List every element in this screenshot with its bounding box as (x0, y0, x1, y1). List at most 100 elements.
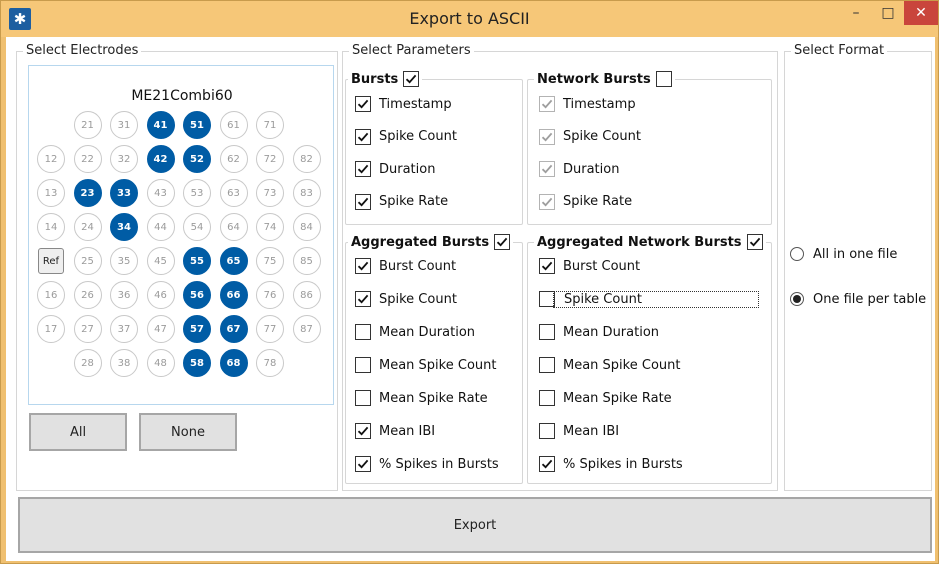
electrode-24[interactable]: 24 (73, 213, 102, 241)
electrode-63[interactable]: 63 (219, 179, 248, 207)
checkbox-box[interactable] (355, 390, 371, 406)
electrode-26[interactable]: 26 (73, 281, 102, 309)
electrode-74[interactable]: 74 (256, 213, 284, 241)
electrode-34[interactable]: 34 (110, 213, 138, 241)
electrode-71[interactable]: 71 (256, 111, 284, 139)
network-bursts-header-checkbox[interactable]: Network Bursts (534, 69, 675, 89)
checkbox-box[interactable] (355, 456, 371, 472)
format-option[interactable]: One file per table (790, 289, 926, 309)
electrode-78[interactable]: 78 (256, 349, 284, 377)
electrode-61[interactable]: 61 (219, 111, 248, 139)
electrode-84[interactable]: 84 (292, 213, 321, 241)
aggregated-bursts-header-checkbox[interactable]: Aggregated Bursts (348, 232, 514, 252)
electrode-55[interactable]: 55 (183, 247, 211, 275)
aggregated-network-bursts-header-checkbox[interactable]: Aggregated Network Bursts (534, 232, 766, 252)
checkbox-box[interactable] (539, 423, 555, 439)
electrode-85[interactable]: 85 (292, 247, 321, 275)
aggregated-network-bursts-item[interactable]: Burst Count (539, 256, 640, 276)
checkbox-box[interactable] (539, 96, 555, 112)
electrode-42[interactable]: 42 (146, 145, 175, 173)
checkbox-box[interactable] (494, 234, 511, 250)
aggregated-bursts-item[interactable]: Mean Spike Rate (355, 388, 488, 408)
ref-electrode[interactable]: Ref (38, 248, 64, 274)
bursts-item[interactable]: Spike Count (355, 127, 457, 147)
checkbox-box[interactable] (539, 258, 555, 274)
electrode-36[interactable]: 36 (110, 281, 138, 309)
electrode-45[interactable]: 45 (146, 247, 175, 275)
aggregated-bursts-item[interactable]: Mean Duration (355, 322, 475, 342)
electrode-22[interactable]: 22 (73, 145, 102, 173)
electrode-52[interactable]: 52 (183, 145, 211, 173)
checkbox-box[interactable] (355, 128, 371, 145)
checkbox-box[interactable] (746, 234, 763, 250)
electrode-17[interactable]: 17 (37, 315, 65, 343)
checkbox-box[interactable] (355, 357, 371, 373)
electrode-47[interactable]: 47 (146, 315, 175, 343)
electrode-76[interactable]: 76 (256, 281, 284, 309)
network-bursts-item[interactable]: Spike Rate (539, 192, 632, 212)
electrode-12[interactable]: 12 (37, 145, 65, 173)
checkbox-box[interactable] (539, 128, 555, 145)
electrode-43[interactable]: 43 (146, 179, 175, 207)
electrode-62[interactable]: 62 (219, 145, 248, 173)
electrode-23[interactable]: 23 (73, 179, 102, 207)
electrode-25[interactable]: 25 (73, 247, 102, 275)
aggregated-bursts-item[interactable]: Mean Spike Count (355, 355, 496, 375)
electrode-57[interactable]: 57 (183, 315, 211, 343)
checkbox-box[interactable] (355, 96, 371, 112)
electrode-27[interactable]: 27 (73, 315, 102, 343)
electrode-86[interactable]: 86 (292, 281, 321, 309)
electrode-82[interactable]: 82 (292, 145, 321, 173)
aggregated-bursts-item[interactable]: Mean IBI (355, 421, 435, 441)
electrode-31[interactable]: 31 (110, 111, 138, 139)
electrode-35[interactable]: 35 (110, 247, 138, 275)
electrode-87[interactable]: 87 (292, 315, 321, 343)
checkbox-box[interactable] (355, 161, 371, 177)
checkbox-box[interactable] (539, 357, 555, 373)
aggregated-bursts-item[interactable]: % Spikes in Bursts (355, 454, 499, 474)
electrode-14[interactable]: 14 (37, 213, 65, 241)
close-button[interactable]: ✕ (904, 1, 938, 25)
electrode-68[interactable]: 68 (219, 349, 248, 377)
electrode-77[interactable]: 77 (256, 315, 284, 343)
bursts-item[interactable]: Duration (355, 159, 435, 179)
electrode-58[interactable]: 58 (183, 349, 211, 377)
checkbox-box[interactable] (355, 423, 371, 439)
electrode-83[interactable]: 83 (292, 179, 321, 207)
electrode-73[interactable]: 73 (256, 179, 284, 207)
network-bursts-item[interactable]: Duration (539, 159, 619, 179)
aggregated-bursts-item[interactable]: Burst Count (355, 256, 456, 276)
none-button[interactable]: None (139, 413, 237, 451)
title-bar[interactable]: ✱ Export to ASCII – □ ✕ (1, 1, 938, 37)
electrode-64[interactable]: 64 (219, 213, 248, 241)
bursts-item[interactable]: Spike Rate (355, 192, 448, 212)
electrode-37[interactable]: 37 (110, 315, 138, 343)
checkbox-box[interactable] (539, 324, 555, 340)
network-bursts-item[interactable]: Spike Count (539, 127, 641, 147)
checkbox-box[interactable] (403, 71, 420, 87)
all-button[interactable]: All (29, 413, 127, 451)
bursts-header-checkbox[interactable]: Bursts (348, 69, 423, 89)
minimize-button[interactable]: – (841, 1, 871, 25)
electrode-28[interactable]: 28 (73, 349, 102, 377)
maximize-button[interactable]: □ (873, 1, 903, 25)
electrode-48[interactable]: 48 (146, 349, 175, 377)
aggregated-bursts-item[interactable]: Spike Count (355, 289, 457, 309)
checkbox-box[interactable] (655, 71, 672, 87)
checkbox-box[interactable] (355, 291, 371, 307)
radio-button[interactable] (790, 247, 804, 261)
electrode-51[interactable]: 51 (183, 111, 211, 139)
electrode-38[interactable]: 38 (110, 349, 138, 377)
format-option[interactable]: All in one file (790, 244, 897, 264)
electrode-13[interactable]: 13 (37, 179, 65, 207)
electrode-44[interactable]: 44 (146, 213, 175, 241)
aggregated-network-bursts-item[interactable]: Mean Spike Rate (539, 388, 672, 408)
aggregated-network-bursts-item[interactable]: Spike Count (539, 289, 759, 309)
electrode-21[interactable]: 21 (73, 111, 102, 139)
electrode-32[interactable]: 32 (110, 145, 138, 173)
electrode-67[interactable]: 67 (219, 315, 248, 343)
electrode-33[interactable]: 33 (110, 179, 138, 207)
electrode-66[interactable]: 66 (219, 281, 248, 309)
aggregated-network-bursts-item[interactable]: % Spikes in Bursts (539, 454, 683, 474)
bursts-item[interactable]: Timestamp (355, 94, 452, 114)
